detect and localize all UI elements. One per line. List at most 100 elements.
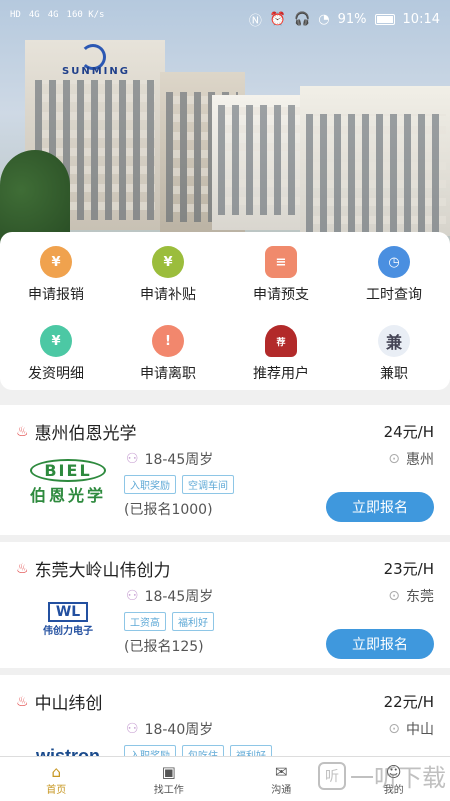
signal-4g-2: 4G (48, 10, 59, 20)
job-title-text: 中山纬创 (35, 689, 103, 714)
location-pin-icon: ⊙ (388, 588, 400, 604)
location-pin-icon: ⊙ (388, 721, 400, 737)
job-tag: 入职奖励 (124, 475, 176, 494)
signal-4g-1: 4G (29, 10, 40, 20)
quick-menu: ¥ 申请报销 ¥ 申请补贴 ≡ 申请预支 ◷ 工时查询 ¥ 发资明细 ! 申请离… (0, 232, 450, 390)
hot-flame-icon: ♨ (16, 694, 29, 710)
person-icon: ⚇ (126, 721, 139, 737)
yen-icon: ¥ (40, 325, 72, 357)
menu-label: 发资明细 (28, 366, 84, 382)
logo-cn: 伯恩光学 (30, 482, 106, 506)
job-tag: 福利好 (230, 745, 272, 756)
job-salary: 23元/H (384, 558, 434, 579)
menu-label: 申请预支 (253, 287, 309, 303)
status-left: HD 4G 4G 160 K/s (10, 10, 104, 20)
clock-icon: ◷ (378, 246, 410, 278)
menu-apply-subsidy[interactable]: ¥ 申请补贴 (112, 246, 224, 304)
menu-label: 工时查询 (366, 287, 422, 303)
job-tag: 福利好 (172, 612, 214, 631)
menu-recommend-user[interactable]: 荐 推荐用户 (225, 325, 337, 383)
document-icon: ≡ (265, 246, 297, 278)
job-card[interactable]: ♨ 东莞大岭山伟创力 23元/H WL 伟创力电子 ⚇ 18-45周岁 ⊙ 东莞… (0, 542, 450, 668)
building-right (300, 86, 450, 236)
job-tag: 包吃住 (182, 745, 224, 756)
job-card[interactable]: ♨ 惠州伯恩光学 24元/H BIEL 伯恩光学 ⚇ 18-45周岁 ⊙ 惠州 … (0, 405, 450, 535)
menu-label: 推荐用户 (253, 366, 309, 382)
money-bag-icon: ¥ (40, 246, 72, 278)
job-age: ⚇ 18-45周岁 (126, 586, 213, 606)
building-center (212, 95, 312, 230)
wifi-icon: ◔ (318, 12, 329, 27)
age-text: 18-40周岁 (145, 719, 214, 739)
company-logo: WL 伟创力电子 (18, 594, 118, 644)
network-speed: 160 K/s (67, 10, 105, 20)
watermark-text: 一听下载 (350, 758, 446, 793)
job-location: ⊙ 东莞 (388, 586, 434, 606)
menu-label: 申请离职 (140, 366, 196, 382)
job-location: ⊙ 中山 (388, 719, 434, 739)
apply-button[interactable]: 立即报名 (326, 492, 434, 522)
location-text: 中山 (406, 719, 434, 739)
recommend-badge-icon: 荐 (265, 325, 297, 357)
nfc-icon: Ⓝ (249, 10, 262, 29)
job-tags: 入职奖励 包吃住 福利好 (124, 745, 272, 756)
location-text: 东莞 (406, 586, 434, 606)
menu-label: 申请补贴 (140, 287, 196, 303)
age-text: 18-45周岁 (145, 449, 214, 469)
menu-apply-advance[interactable]: ≡ 申请预支 (225, 246, 337, 304)
logo-en: BIEL (30, 459, 105, 482)
watermark: 听 一听下载 (318, 758, 446, 793)
battery-icon (375, 14, 395, 25)
hd-indicator: HD (10, 10, 21, 20)
tab-label: 找工作 (154, 785, 184, 796)
tab-label: 首页 (46, 785, 66, 796)
job-age: ⚇ 18-40周岁 (126, 719, 213, 739)
clock-time: 10:14 (403, 12, 440, 27)
exclaim-icon: ! (152, 325, 184, 357)
money-bag-icon: ¥ (152, 246, 184, 278)
age-text: 18-45周岁 (145, 586, 214, 606)
home-icon: ⌂ (0, 763, 113, 781)
menu-apply-resign[interactable]: ! 申请离职 (112, 325, 224, 383)
tab-label: 沟通 (271, 785, 291, 796)
signup-count: (已报名1000) (124, 499, 213, 519)
status-right: Ⓝ ⏰ 🎧 ◔ 91% 10:14 (249, 10, 440, 29)
logo-en: WL (48, 602, 88, 622)
status-bar: HD 4G 4G 160 K/s Ⓝ ⏰ 🎧 ◔ 91% 10:14 (0, 0, 450, 42)
job-tag: 入职奖励 (124, 745, 176, 756)
menu-part-time[interactable]: 兼 兼职 (338, 325, 450, 383)
job-age: ⚇ 18-45周岁 (126, 449, 213, 469)
job-title-text: 惠州伯恩光学 (35, 419, 137, 444)
job-card[interactable]: ♨ 中山纬创 22元/H wistron ⚇ 18-40周岁 ⊙ 中山 入职奖励… (0, 675, 450, 756)
battery-percent: 91% (338, 12, 367, 27)
menu-apply-reimbursement[interactable]: ¥ 申请报销 (0, 246, 112, 304)
menu-salary-details[interactable]: ¥ 发资明细 (0, 325, 112, 383)
hero-logo-text: SUNMING (62, 66, 130, 77)
headset-icon: 🎧 (294, 12, 310, 27)
job-title: ♨ 惠州伯恩光学 (16, 419, 137, 444)
menu-label: 申请报销 (28, 287, 84, 303)
job-salary: 24元/H (384, 421, 434, 442)
watermark-logo-icon: 听 (318, 762, 346, 790)
logo-cn: 伟创力电子 (43, 622, 93, 637)
briefcase-icon: ▣ (113, 763, 226, 781)
company-logo: wistron (18, 731, 118, 756)
hot-flame-icon: ♨ (16, 561, 29, 577)
job-title: ♨ 中山纬创 (16, 689, 103, 714)
tab-home[interactable]: ⌂ 首页 (0, 757, 113, 801)
signup-count: (已报名125) (124, 636, 204, 656)
job-tags: 入职奖励 空调车间 (124, 475, 234, 494)
job-title: ♨ 东莞大岭山伟创力 (16, 556, 171, 581)
tab-find-job[interactable]: ▣ 找工作 (113, 757, 226, 801)
logo-en: wistron (36, 746, 100, 757)
job-tag: 工资高 (124, 612, 166, 631)
apply-button[interactable]: 立即报名 (326, 629, 434, 659)
person-icon: ⚇ (126, 588, 139, 604)
person-icon: ⚇ (126, 451, 139, 467)
location-pin-icon: ⊙ (388, 451, 400, 467)
hot-flame-icon: ♨ (16, 424, 29, 440)
menu-work-hours[interactable]: ◷ 工时查询 (338, 246, 450, 304)
alarm-icon: ⏰ (270, 12, 286, 27)
company-logo: BIEL 伯恩光学 (18, 457, 118, 507)
menu-label: 兼职 (380, 366, 408, 382)
